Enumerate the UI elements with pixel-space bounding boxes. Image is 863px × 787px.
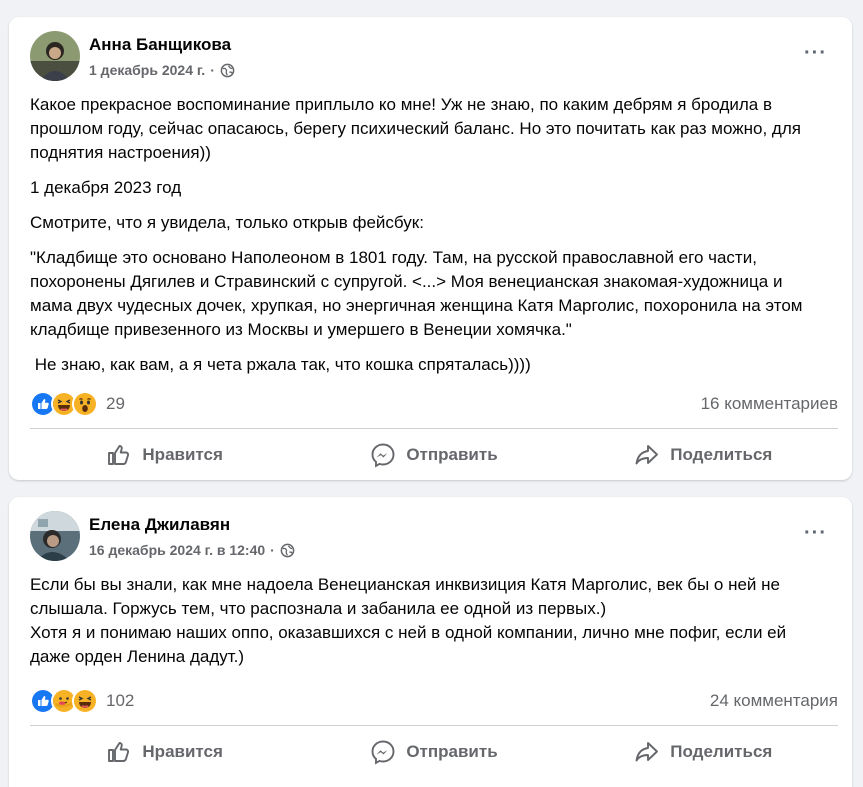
like-button[interactable]: Нравится [30, 433, 299, 477]
messenger-icon [371, 443, 395, 468]
more-options-button[interactable]: ··· [804, 523, 827, 543]
post-actions: Нравится Отправить Поделиться [30, 730, 838, 774]
share-button[interactable]: Поделиться [569, 730, 838, 774]
post-stats: 102 24 комментария [30, 688, 838, 714]
haha-reaction-icon [72, 688, 98, 714]
messenger-icon [371, 740, 395, 765]
post-date[interactable]: 1 декабрь 2024 г. [89, 62, 205, 78]
send-label: Отправить [406, 445, 498, 464]
post-date[interactable]: 16 декабрь 2024 г. в 12:40 [89, 542, 265, 558]
like-label: Нравится [142, 445, 223, 464]
comments-count-link[interactable]: 16 комментариев [701, 394, 838, 414]
thumbs-up-icon [108, 742, 130, 762]
globe-icon [280, 543, 295, 558]
post-body: Если бы вы знали, как мне надоела Венеци… [9, 573, 838, 680]
like-label: Нравится [142, 742, 223, 761]
post-paragraph: Не знаю, как вам, а я чета ржала так, чт… [30, 355, 531, 374]
send-button[interactable]: Отправить [299, 433, 568, 477]
post-paragraph: "Кладбище это основано Наполеоном в 1801… [30, 248, 803, 339]
post-header: Анна Банщикова 1 декабрь 2024 г. · ··· [9, 17, 852, 97]
like-button[interactable]: Нравится [30, 730, 299, 774]
author-name[interactable]: Анна Банщикова [89, 35, 231, 55]
share-button[interactable]: Поделиться [569, 433, 838, 477]
post-paragraph: Если бы вы знали, как мне надоела Венеци… [30, 575, 780, 618]
send-button[interactable]: Отправить [299, 730, 568, 774]
avatar[interactable] [30, 31, 80, 81]
author-name[interactable]: Елена Джилавян [89, 515, 230, 535]
reaction-summary[interactable]: 102 [30, 688, 134, 714]
reaction-summary[interactable]: 29 [30, 391, 125, 417]
post-paragraph: Хотя я и понимаю наших оппо, оказавшихся… [30, 623, 787, 666]
more-options-button[interactable]: ··· [804, 43, 827, 63]
reaction-count: 102 [106, 691, 135, 710]
post-paragraph: Смотрите, что я увидела, только открыв ф… [30, 213, 424, 232]
comments-count-link[interactable]: 24 комментария [710, 691, 838, 711]
post-card: Анна Банщикова 1 декабрь 2024 г. · ··· К… [9, 17, 852, 480]
post-stats: 29 16 комментариев [30, 391, 838, 417]
send-label: Отправить [406, 742, 498, 761]
divider [30, 428, 838, 429]
divider [30, 725, 838, 726]
post-actions: Нравится Отправить Поделиться [30, 433, 838, 477]
post-paragraph: Какое прекрасное воспоминание приплыло к… [30, 95, 801, 162]
meta-separator: · [270, 542, 275, 558]
wow-reaction-icon [72, 391, 98, 417]
post-paragraph: 1 декабря 2023 год [30, 178, 182, 197]
post-card: Елена Джилавян 16 декабрь 2024 г. в 12:4… [9, 497, 852, 787]
thumbs-up-icon [108, 445, 130, 465]
meta-separator: · [210, 62, 215, 78]
post-header: Елена Джилавян 16 декабрь 2024 г. в 12:4… [9, 497, 852, 577]
post-meta: 1 декабрь 2024 г. · [89, 62, 235, 78]
post-meta: 16 декабрь 2024 г. в 12:40 · [89, 542, 295, 558]
share-label: Поделиться [670, 742, 773, 761]
reaction-count: 29 [106, 394, 125, 413]
avatar[interactable] [30, 511, 80, 561]
share-arrow-icon [635, 445, 659, 465]
globe-icon [220, 63, 235, 78]
post-body: Какое прекрасное воспоминание приплыло к… [9, 93, 838, 388]
share-label: Поделиться [670, 445, 773, 464]
share-arrow-icon [635, 742, 659, 762]
